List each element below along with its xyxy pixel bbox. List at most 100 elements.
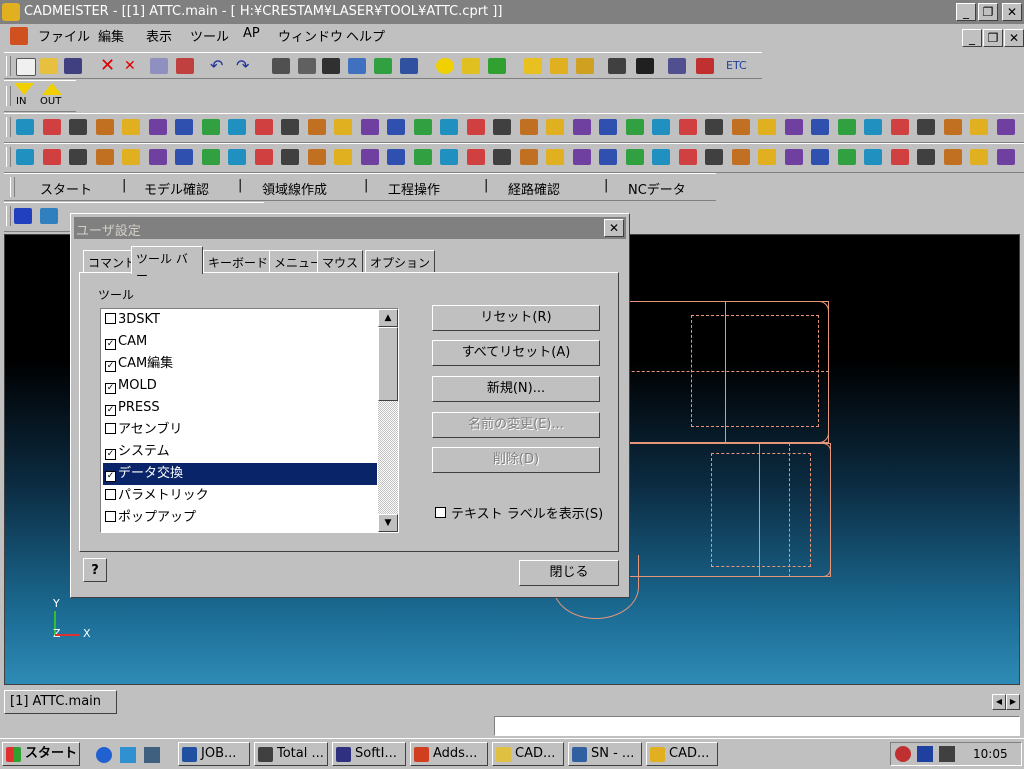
tool-checkbox[interactable]: ✓ (105, 361, 116, 372)
toolbar-tool-icon[interactable] (16, 119, 34, 135)
close-button[interactable]: ✕ (1002, 3, 1022, 21)
process-nc-data[interactable]: NCデータ (628, 179, 686, 198)
taskbar-task-button[interactable]: Adds... (410, 742, 488, 766)
toolbar-tool-icon[interactable] (864, 149, 882, 165)
process-path-check[interactable]: 経路確認 (508, 179, 560, 198)
toolbar-tool-icon[interactable] (652, 149, 670, 165)
binoculars-icon[interactable] (636, 58, 654, 74)
tool-list-item[interactable]: ✓ MOLD (103, 375, 377, 397)
tool-checkbox[interactable]: ✓ (105, 383, 116, 394)
taskbar-task-button[interactable]: CAD... (646, 742, 718, 766)
toolbar-tool-icon[interactable] (95, 149, 114, 165)
dialog-close-action-button[interactable]: 閉じる (519, 560, 619, 586)
tool-checkbox[interactable] (105, 313, 116, 324)
toolbar-tool-icon[interactable] (731, 149, 750, 165)
toolbar-tool-icon[interactable] (705, 119, 723, 135)
menu-ap[interactable]: AP (243, 26, 260, 41)
toolbar-tool-icon[interactable] (758, 149, 776, 165)
out-arrow-icon[interactable] (42, 83, 62, 95)
toolbar-tool-icon[interactable] (254, 119, 273, 135)
toolbar-tool-icon[interactable] (652, 119, 670, 135)
tool-list-item[interactable]: ✓ データ交換 (103, 463, 377, 485)
box-shade-icon[interactable] (550, 58, 568, 74)
process-region-line[interactable]: 領域線作成 (262, 179, 327, 198)
tray-user-icon[interactable] (939, 746, 955, 762)
restore-button[interactable]: ❐ (978, 3, 998, 21)
tool-checkbox[interactable]: ✓ (105, 471, 116, 482)
toolbar-tool-icon[interactable] (175, 119, 193, 135)
toolbar-tool-icon[interactable] (917, 149, 935, 165)
tool-checkbox[interactable] (105, 489, 116, 500)
toolbar-tool-icon[interactable] (360, 149, 379, 165)
toolbar-tool-icon[interactable] (811, 119, 829, 135)
toolbar-tool-icon[interactable] (546, 149, 564, 165)
toolbar-tool-icon[interactable] (599, 119, 617, 135)
toolbar-tool-icon[interactable] (572, 119, 591, 135)
tray-app-icon[interactable] (895, 746, 911, 762)
toolbar-tool-icon[interactable] (466, 149, 485, 165)
toolbar-tool-icon[interactable] (307, 149, 326, 165)
toolbar-tool-icon[interactable] (228, 119, 246, 135)
toolbar-tool-icon[interactable] (917, 119, 935, 135)
delete-icon[interactable]: ✕ (100, 57, 118, 75)
ie-icon[interactable] (96, 747, 112, 763)
toolbar-tool-icon[interactable] (440, 119, 458, 135)
layer-icon[interactable] (374, 58, 392, 74)
document-icon[interactable] (10, 27, 28, 45)
reset-all-button[interactable]: すべてリセット(A) (432, 340, 600, 366)
tool-list-item[interactable]: ✓ CAM編集 (103, 353, 377, 375)
properties-icon[interactable] (322, 58, 340, 74)
toolbar-tool-icon[interactable] (996, 149, 1015, 165)
toolbar-tool-icon[interactable] (334, 119, 352, 135)
tool-list-item[interactable]: パラメトリック (103, 485, 377, 507)
process-start[interactable]: スタート (40, 179, 92, 198)
taskbar-task-button[interactable]: Total ... (254, 742, 328, 766)
toolbar-tool-icon[interactable] (254, 149, 273, 165)
out-button[interactable]: OUT (40, 96, 61, 107)
bulb-icon[interactable] (436, 58, 454, 74)
dialog-close-button[interactable]: ✕ (604, 219, 624, 237)
delete-partial-icon[interactable]: ✕ (124, 58, 142, 74)
toolbar-tool-icon[interactable] (996, 119, 1015, 135)
toolbar-tool-icon[interactable] (466, 119, 485, 135)
open-folder-icon[interactable] (40, 58, 58, 74)
type-icon[interactable] (462, 58, 480, 74)
taskbar-task-button[interactable]: CAD... (492, 742, 564, 766)
toolbar-tool-icon[interactable] (201, 149, 220, 165)
toolbar-tool-icon[interactable] (42, 119, 61, 135)
toolbar-tool-icon[interactable] (731, 119, 750, 135)
toolbar-tool-icon[interactable] (811, 149, 829, 165)
taskbar-task-button[interactable]: JOB... (178, 742, 250, 766)
toolbar-tool-icon[interactable] (42, 149, 61, 165)
network-icon[interactable] (120, 747, 136, 763)
toolbar-tool-icon[interactable] (281, 149, 299, 165)
doc-restore-button[interactable]: ❐ (983, 29, 1003, 47)
desktop-icon[interactable] (144, 747, 160, 763)
toolbar-tool-icon[interactable] (307, 119, 326, 135)
list-scrollbar[interactable]: ▲ ▼ (378, 309, 398, 532)
toolbar-tool-icon[interactable] (837, 119, 856, 135)
in-arrow-icon[interactable] (14, 83, 34, 95)
tree-icon[interactable] (298, 58, 316, 74)
toolbar-tool-icon[interactable] (360, 119, 379, 135)
process-operation[interactable]: 工程操作 (388, 179, 440, 198)
path-icon[interactable] (14, 208, 32, 224)
scroll-up-button[interactable]: ▲ (378, 309, 398, 327)
toolbar-tool-icon[interactable] (95, 119, 114, 135)
tool-list-item[interactable]: ✓ システム (103, 441, 377, 463)
toolbar-tool-icon[interactable] (890, 149, 909, 165)
select-icon[interactable] (176, 58, 194, 74)
tray-monitor-icon[interactable] (917, 746, 933, 762)
save-icon[interactable] (64, 58, 82, 74)
doc-minimize-button[interactable]: _ (962, 29, 982, 47)
measure-icon[interactable] (608, 58, 626, 74)
status-input-field[interactable] (494, 716, 1020, 736)
tools-list[interactable]: 3DSKT ✓ CAM ✓ CAM編集 ✓ MOLD ✓ PRESS アセンブリ ✓ システム ✓ データ… (100, 308, 399, 533)
process-model-check[interactable]: モデル確認 (144, 179, 209, 198)
toolbar-tool-icon[interactable] (625, 149, 644, 165)
tool-list-item[interactable]: ✓ CAM (103, 331, 377, 353)
new-file-icon[interactable] (16, 58, 36, 76)
menu-window[interactable]: ウィンドウ (278, 26, 343, 45)
new-toolbar-button[interactable]: 新規(N)... (432, 376, 600, 402)
toolbar-tool-icon[interactable] (943, 149, 962, 165)
